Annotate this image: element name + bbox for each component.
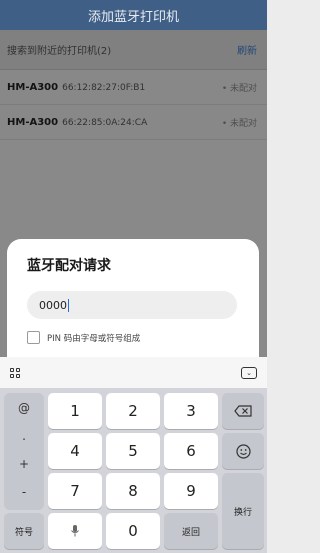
keyboard-toolbar: ⌄ <box>0 357 267 388</box>
back-key[interactable]: 返回 <box>164 513 218 549</box>
symbol-switch-key[interactable]: 符号 <box>4 513 44 549</box>
numeric-keyboard: @ . + - 1 2 3 4 5 6 7 8 9 换行 符号 0 返回 <box>0 388 267 553</box>
symbol-key[interactable]: + <box>4 457 44 471</box>
digit-key-5[interactable]: 5 <box>106 433 160 469</box>
pin-alphanumeric-checkbox[interactable] <box>27 331 40 344</box>
symbol-key[interactable]: . <box>4 429 44 443</box>
text-cursor <box>68 298 69 312</box>
digit-key-0[interactable]: 0 <box>106 513 160 549</box>
emoji-icon <box>235 443 251 459</box>
digit-key-6[interactable]: 6 <box>164 433 218 469</box>
digit-key-9[interactable]: 9 <box>164 473 218 509</box>
pairing-dialog: 蓝牙配对请求 0000 PIN 码由字母或符号组成 <box>7 239 259 357</box>
enter-key[interactable]: 换行 <box>222 473 264 549</box>
digit-key-3[interactable]: 3 <box>164 393 218 429</box>
pin-alphanumeric-option[interactable]: PIN 码由字母或符号组成 <box>27 331 239 344</box>
grid-icon[interactable] <box>10 367 20 378</box>
digit-key-4[interactable]: 4 <box>48 433 102 469</box>
app-header: 添加蓝牙打印机 <box>0 0 267 30</box>
digit-key-7[interactable]: 7 <box>48 473 102 509</box>
emoji-key[interactable] <box>222 433 264 469</box>
mic-icon <box>71 525 79 537</box>
hide-keyboard-icon[interactable]: ⌄ <box>241 366 257 379</box>
digit-key-2[interactable]: 2 <box>106 393 160 429</box>
voice-key[interactable] <box>48 513 102 549</box>
symbol-key[interactable]: - <box>4 485 44 499</box>
symbol-key[interactable]: @ <box>4 401 44 415</box>
backspace-icon <box>234 405 252 417</box>
dialog-title: 蓝牙配对请求 <box>27 258 111 274</box>
backspace-key[interactable] <box>222 393 264 429</box>
digit-key-8[interactable]: 8 <box>106 473 160 509</box>
pin-alphanumeric-label: PIN 码由字母或符号组成 <box>47 333 141 344</box>
pin-input[interactable]: 0000 <box>27 291 237 319</box>
digit-key-1[interactable]: 1 <box>48 393 102 429</box>
page-title: 添加蓝牙打印机 <box>87 9 179 25</box>
pin-value: 0000 <box>39 298 67 312</box>
symbol-column: @ . + - <box>4 393 44 510</box>
